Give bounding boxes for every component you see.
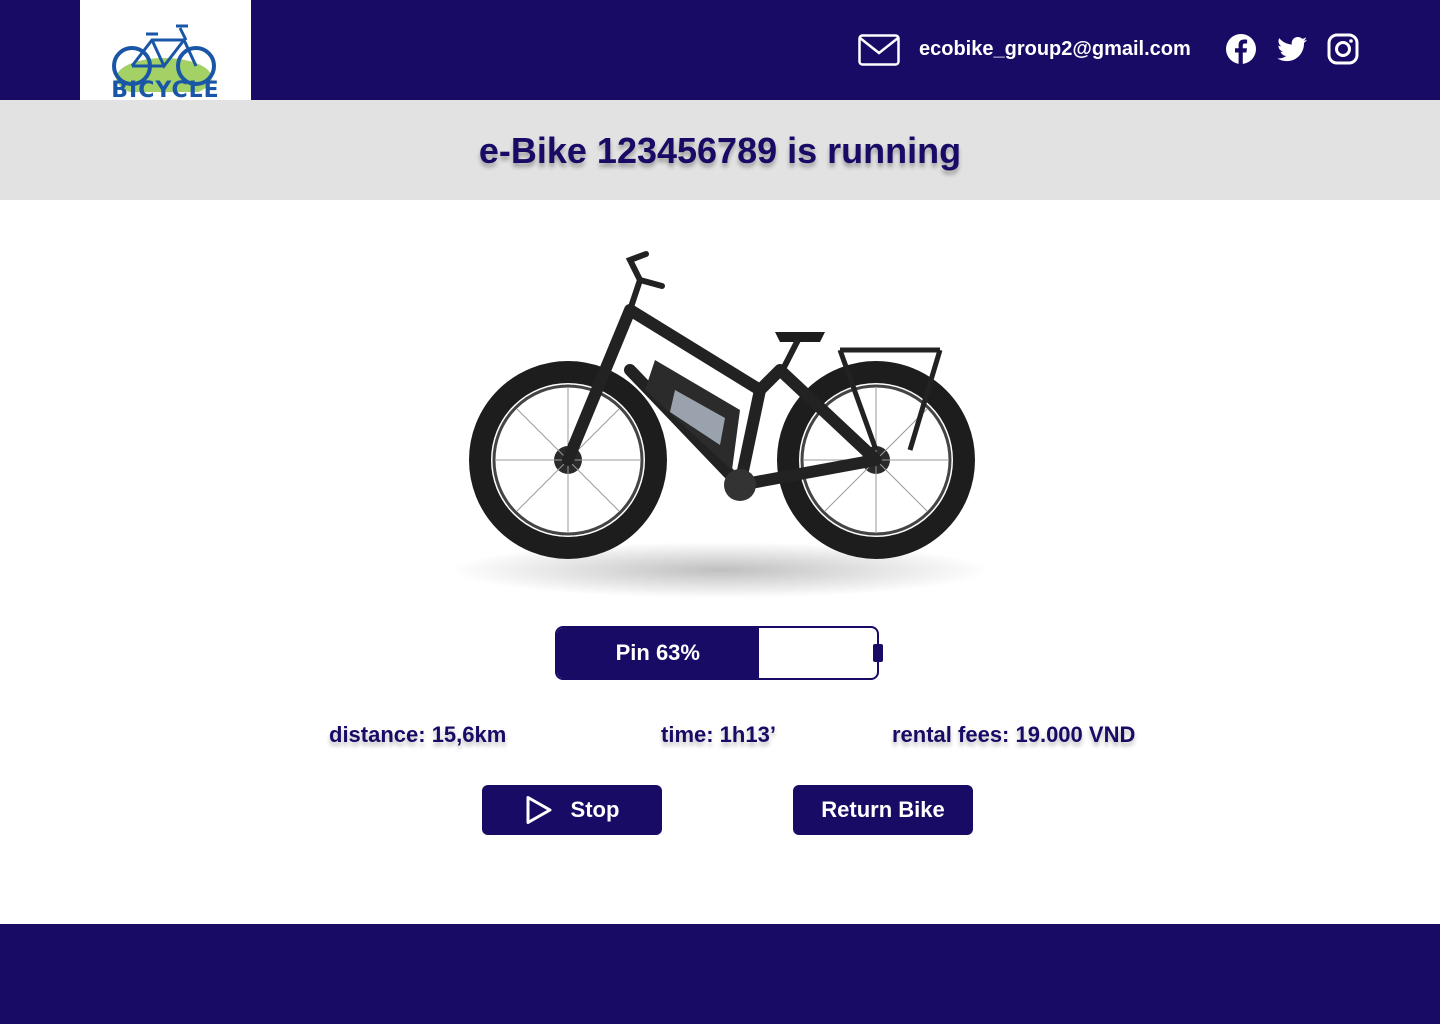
facebook-icon[interactable] xyxy=(1225,33,1257,65)
site-header: BICYCLE ecobike_group2@gmail.com xyxy=(0,0,1440,100)
site-footer xyxy=(0,924,1440,1024)
contact-email[interactable]: ecobike_group2@gmail.com xyxy=(919,38,1191,61)
rental-fee-stat: rental fees: 19.000 VND xyxy=(892,722,1136,747)
return-bike-button[interactable]: Return Bike xyxy=(793,785,973,835)
bicycle-logo[interactable]: BICYCLE xyxy=(80,0,251,100)
time-stat: time: 1h13’ xyxy=(661,722,776,747)
return-bike-label: Return Bike xyxy=(821,797,945,822)
mail-icon[interactable] xyxy=(858,34,900,66)
battery-tip xyxy=(873,644,883,662)
page-title: e-Bike 123456789 is running xyxy=(478,130,962,171)
logo-text: BICYCLE xyxy=(111,78,220,100)
stop-button-label: Stop xyxy=(570,797,620,822)
battery-label: Pin 63% xyxy=(615,640,700,665)
battery-indicator: Pin 63% xyxy=(555,626,879,680)
ebike-image xyxy=(450,251,990,598)
stop-button[interactable]: Stop xyxy=(482,785,662,835)
instagram-icon[interactable] xyxy=(1327,33,1359,65)
twitter-icon[interactable] xyxy=(1276,33,1308,65)
status-banner: e-Bike 123456789 is running xyxy=(0,100,1440,200)
distance-stat: distance: 15,6km xyxy=(329,722,507,747)
play-icon xyxy=(526,796,552,824)
